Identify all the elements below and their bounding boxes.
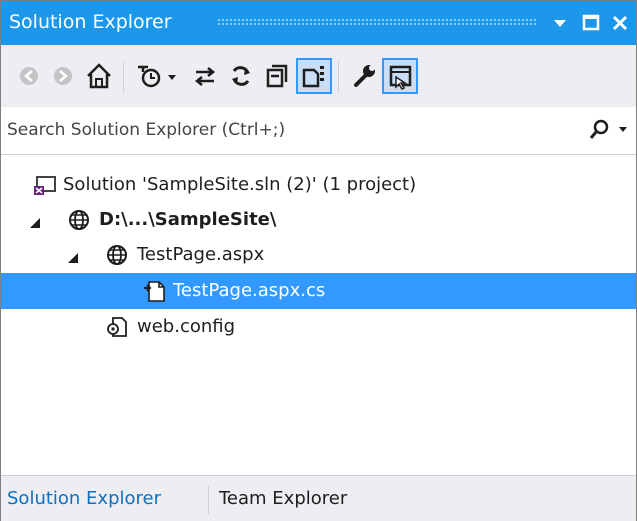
dropdown-arrow-icon[interactable] [547, 9, 573, 37]
sync-with-active-document-icon[interactable] [187, 58, 223, 94]
web-page-globe-icon [105, 243, 129, 267]
refresh-icon[interactable] [223, 58, 259, 94]
search-icon[interactable] [589, 117, 633, 143]
forward-icon[interactable] [45, 58, 81, 94]
solution-tree[interactable]: Solution 'SampleSite.sln (2)' (1 project… [1, 155, 636, 475]
preview-selected-items-icon[interactable] [382, 58, 418, 94]
window-title: Solution Explorer [9, 11, 172, 33]
tree-node-label: D:\...\SampleSite\ [99, 209, 277, 230]
tree-node-label: TestPage.aspx [137, 244, 265, 265]
tree-node-project[interactable]: D:\...\SampleSite\ [1, 202, 636, 238]
search-bar [1, 107, 636, 155]
tree-node-testpage-aspx[interactable]: TestPage.aspx [1, 237, 636, 273]
toolbar-separator [338, 61, 339, 93]
toolbar-separator [123, 61, 124, 93]
back-icon[interactable] [11, 58, 47, 94]
tab-solution-explorer[interactable]: Solution Explorer [7, 487, 161, 511]
search-input[interactable] [7, 117, 567, 143]
bottom-tab-strip: Solution Explorer Team Explorer [1, 475, 636, 521]
pending-changes-filter-icon[interactable] [131, 58, 167, 94]
properties-icon[interactable] [346, 58, 382, 94]
close-icon[interactable] [607, 9, 633, 37]
title-bar[interactable]: Solution Explorer [1, 1, 636, 45]
toolbar [1, 45, 636, 107]
tree-node-testpage-aspx-cs[interactable]: TestPage.aspx.cs [1, 273, 636, 309]
tree-node-label: TestPage.aspx.cs [173, 280, 326, 301]
tree-node-label: Solution 'SampleSite.sln (2)' (1 project… [63, 174, 417, 195]
solution-icon [33, 173, 57, 197]
config-file-icon [105, 315, 129, 339]
solution-explorer-window: Solution Explorer Search Solution Explor… [0, 0, 637, 521]
filter-dropdown-icon[interactable] [163, 58, 183, 94]
show-all-files-icon[interactable] [296, 58, 332, 94]
tree-node-solution[interactable]: Solution 'SampleSite.sln (2)' (1 project… [1, 167, 636, 203]
home-icon[interactable] [81, 58, 117, 94]
code-file-icon [143, 279, 167, 303]
tree-node-label: web.config [137, 316, 236, 337]
expanded-arrow-icon[interactable] [67, 249, 79, 263]
website-globe-icon [67, 208, 91, 232]
expanded-arrow-icon[interactable] [29, 214, 41, 228]
tab-separator [208, 486, 209, 514]
title-grip[interactable] [217, 18, 537, 26]
tree-node-web-config[interactable]: web.config [1, 309, 636, 345]
collapse-all-icon[interactable] [259, 58, 295, 94]
tab-team-explorer[interactable]: Team Explorer [219, 487, 347, 511]
maximize-icon[interactable] [578, 9, 604, 37]
